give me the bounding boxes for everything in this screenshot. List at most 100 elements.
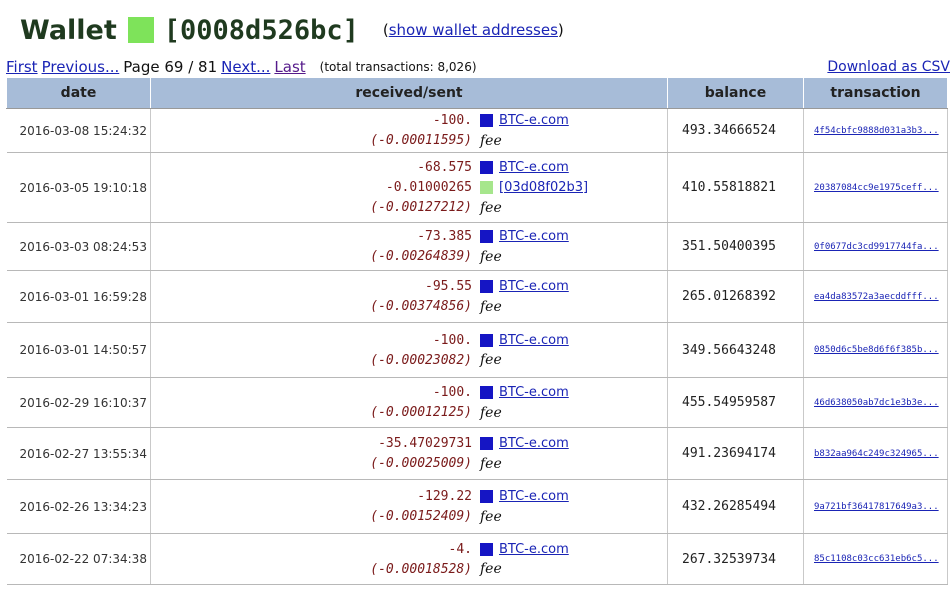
- table-row: 2016-02-27 13:55:34 -35.47029731 BTC-e.com…: [6, 427, 948, 480]
- transaction-cell: b832aa964c249c324965...: [803, 427, 948, 480]
- page-info: Page 69 / 81: [123, 58, 218, 76]
- amount: -129.22: [417, 489, 472, 504]
- table-row: 2016-03-05 19:10:18 -68.575 BTC-e.com -0.01…: [6, 152, 948, 223]
- amount: -4.: [448, 541, 472, 557]
- counterparty-link[interactable]: BTC-e.com: [499, 333, 569, 348]
- table-row: 2016-03-01 14:50:57 -100. BTC-e.com (-0.000…: [6, 322, 948, 378]
- counterparty-link[interactable]: BTC-e.com: [499, 489, 569, 504]
- counterparty-color-swatch: [480, 114, 493, 127]
- transactions-table: date received/sent balance transaction 2…: [6, 77, 948, 585]
- counterparty-color-swatch: [480, 280, 493, 293]
- counterparty-link[interactable]: BTC-e.com: [499, 229, 569, 244]
- fee-label: fee: [480, 199, 502, 216]
- balance-cell: 491.23694174: [667, 427, 804, 480]
- table-row: 2016-03-03 08:24:53 -73.385 BTC-e.com (-0.0…: [6, 222, 948, 271]
- transfer-line: -100. BTC-e.com: [151, 383, 667, 403]
- transaction-link[interactable]: 0f0677dc3cd9917744fa...: [814, 242, 939, 252]
- date-cell: 2016-03-05 19:10:18: [6, 152, 151, 223]
- table-header-row: date received/sent balance transaction: [6, 77, 948, 109]
- counterparty-link[interactable]: BTC-e.com: [499, 436, 569, 451]
- transaction-link[interactable]: 0850d6c5be8d6f6f385b...: [814, 345, 939, 355]
- counterparty-link[interactable]: BTC-e.com: [499, 385, 569, 400]
- fee-line: (-0.00264839) fee: [151, 247, 667, 267]
- table-row: 2016-02-29 16:10:37 -100. BTC-e.com (-0.000…: [6, 377, 948, 428]
- table-row: 2016-03-01 16:59:28 -95.55 BTC-e.com (-0.00…: [6, 270, 948, 323]
- balance-cell: 432.26285494: [667, 479, 804, 534]
- transaction-link[interactable]: 4f54cbfc9888d031a3b3...: [814, 126, 939, 136]
- download-csv-link[interactable]: Download as CSV: [827, 59, 950, 75]
- table-row: 2016-02-26 13:34:23 -129.22 BTC-e.com (-0.0…: [6, 479, 948, 534]
- transfer-line: -0.01000265 [03d08f02b3]: [151, 178, 667, 198]
- transaction-cell: 0f0677dc3cd9917744fa...: [803, 222, 948, 271]
- counterparty-color-swatch: [480, 437, 493, 450]
- show-addresses: (show wallet addresses): [383, 21, 564, 39]
- balance-cell: 493.34666524: [667, 108, 804, 153]
- counterparty-link[interactable]: [03d08f02b3]: [499, 180, 588, 195]
- transaction-link[interactable]: 46d638050ab7dc1e3b3e...: [814, 398, 939, 408]
- fee-amount: (-0.00012125): [370, 405, 472, 420]
- previous-page-link[interactable]: Previous...: [42, 58, 120, 76]
- fee-label: fee: [480, 508, 502, 525]
- balance-cell: 265.01268392: [667, 270, 804, 323]
- fee-label: fee: [480, 561, 502, 577]
- transactions-body: 2016-03-08 15:24:32 -100. BTC-e.com (-0.000…: [6, 108, 948, 585]
- wallet-header: Wallet [0008d526bc] (show wallet address…: [20, 10, 564, 50]
- balance-cell: 410.55818821: [667, 152, 804, 223]
- first-page-link[interactable]: First: [6, 58, 38, 76]
- column-header-received-sent[interactable]: received/sent: [150, 77, 668, 109]
- transaction-link[interactable]: b832aa964c249c324965...: [814, 449, 939, 459]
- amount: -100.: [432, 332, 472, 348]
- total-transactions: (total transactions: 8,026): [319, 60, 477, 74]
- transfer-line: -35.47029731 BTC-e.com: [151, 434, 667, 454]
- counterparty-color-swatch: [480, 386, 493, 399]
- date-cell: 2016-02-29 16:10:37: [6, 377, 151, 428]
- counterparty-link[interactable]: BTC-e.com: [499, 160, 569, 175]
- transaction-cell: 85c1108c03cc631eb6c5...: [803, 533, 948, 585]
- column-header-transaction[interactable]: transaction: [803, 77, 948, 109]
- column-header-balance[interactable]: balance: [667, 77, 804, 109]
- date-cell: 2016-03-01 16:59:28: [6, 270, 151, 323]
- transfer-line: -100. BTC-e.com: [151, 330, 667, 350]
- counterparty-color-swatch: [480, 333, 493, 347]
- transfer-line: -73.385 BTC-e.com: [151, 227, 667, 247]
- table-row: 2016-02-22 07:34:38 -4. BTC-e.com (-0.00018…: [6, 533, 948, 585]
- transaction-link[interactable]: ea4da83572a3aecddfff...: [814, 292, 939, 302]
- amount: -0.01000265: [385, 180, 472, 195]
- amount: -35.47029731: [378, 436, 472, 451]
- counterparty-link[interactable]: BTC-e.com: [499, 279, 569, 294]
- transaction-cell: 0850d6c5be8d6f6f385b...: [803, 322, 948, 378]
- fee-amount: (-0.00018528): [370, 561, 472, 577]
- column-header-date[interactable]: date: [6, 77, 151, 109]
- transaction-link[interactable]: 20387084cc9e1975ceff...: [814, 183, 939, 193]
- next-page-link[interactable]: Next...: [221, 58, 270, 76]
- counterparty-link[interactable]: BTC-e.com: [499, 542, 569, 557]
- amount: -95.55: [425, 279, 472, 294]
- fee-line: (-0.00025009) fee: [151, 454, 667, 474]
- last-page-link[interactable]: Last: [274, 58, 305, 76]
- fee-label: fee: [480, 298, 502, 315]
- counterparty-color-swatch: [480, 490, 493, 503]
- transfer-line: -95.55 BTC-e.com: [151, 277, 667, 297]
- counterparty-color-swatch: [480, 161, 493, 174]
- fee-line: (-0.00127212) fee: [151, 198, 667, 218]
- received-sent-cell: -100. BTC-e.com (-0.00011595) fee: [150, 108, 668, 153]
- show-wallet-addresses-link[interactable]: show wallet addresses: [389, 21, 558, 39]
- transaction-link[interactable]: 9a721bf36417817649a3...: [814, 502, 939, 512]
- amount: -100.: [432, 113, 472, 128]
- show-addresses-close-paren: ): [557, 21, 564, 39]
- fee-label: fee: [480, 352, 502, 368]
- transaction-cell: 20387084cc9e1975ceff...: [803, 152, 948, 223]
- date-cell: 2016-02-26 13:34:23: [6, 479, 151, 534]
- received-sent-cell: -95.55 BTC-e.com (-0.00374856) fee: [150, 270, 668, 323]
- fee-amount: (-0.00127212): [370, 200, 472, 215]
- pagination: First Previous... Page 69 / 81 Next... L…: [6, 58, 477, 76]
- amount: -73.385: [417, 229, 472, 244]
- date-cell: 2016-02-22 07:34:38: [6, 533, 151, 585]
- date-cell: 2016-03-01 14:50:57: [6, 322, 151, 378]
- transaction-link[interactable]: 85c1108c03cc631eb6c5...: [814, 554, 939, 564]
- fee-amount: (-0.00023082): [370, 352, 472, 368]
- fee-amount: (-0.00152409): [370, 509, 472, 524]
- fee-label: fee: [480, 404, 502, 421]
- date-cell: 2016-03-08 15:24:32: [6, 108, 151, 153]
- counterparty-link[interactable]: BTC-e.com: [499, 113, 569, 128]
